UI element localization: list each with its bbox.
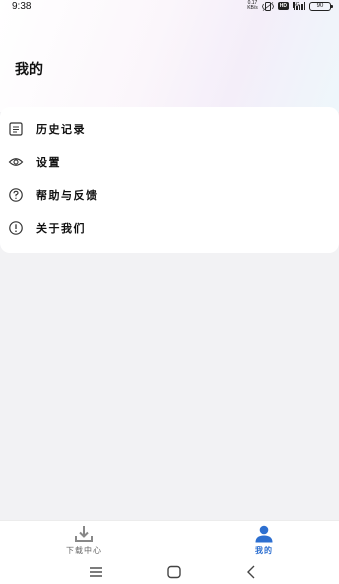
page-title: 我的 <box>15 62 43 78</box>
menu-icon[interactable] <box>88 564 104 580</box>
vibrate-icon <box>261 1 274 11</box>
status-time: 9:38 <box>12 0 32 12</box>
signal-strength-icon: 5G <box>293 2 305 10</box>
menu-item-settings[interactable]: 设置 <box>0 146 339 178</box>
menu-item-history[interactable]: 历史记录 <box>0 113 339 145</box>
network-speed-unit: KB/s <box>247 5 258 11</box>
menu-item-label: 关于我们 <box>36 222 86 235</box>
document-icon <box>9 122 23 136</box>
battery-icon: 90 <box>309 1 333 11</box>
menu-card: 历史记录 设置 帮助与反馈 关于我们 <box>0 107 339 253</box>
menu-item-label: 设置 <box>36 156 61 169</box>
tab-download-center[interactable]: 下载中心 <box>44 521 124 561</box>
header-background <box>0 0 339 112</box>
person-icon <box>255 525 273 543</box>
menu-item-label: 帮助与反馈 <box>36 189 99 202</box>
home-icon[interactable] <box>166 564 182 580</box>
download-icon <box>75 526 93 542</box>
status-bar: 9:38 0.17 KB/s HD 5G 90 <box>0 0 339 12</box>
status-indicators: 0.17 KB/s HD 5G 90 <box>247 1 333 11</box>
settings-icon <box>8 158 24 166</box>
system-navigation-bar <box>0 560 339 584</box>
network-speed: 0.17 KB/s <box>247 1 258 11</box>
tab-label: 下载中心 <box>66 546 102 555</box>
hd-badge: HD <box>277 2 289 10</box>
info-icon <box>9 221 23 235</box>
menu-item-label: 历史记录 <box>36 123 86 136</box>
menu-item-about-us[interactable]: 关于我们 <box>0 212 339 244</box>
menu-item-help-feedback[interactable]: 帮助与反馈 <box>0 179 339 211</box>
tab-mine[interactable]: 我的 <box>224 521 304 561</box>
bottom-navigation: 下载中心 我的 <box>0 520 339 560</box>
back-icon[interactable] <box>243 564 259 580</box>
help-icon <box>9 188 23 202</box>
tab-label: 我的 <box>255 546 273 555</box>
